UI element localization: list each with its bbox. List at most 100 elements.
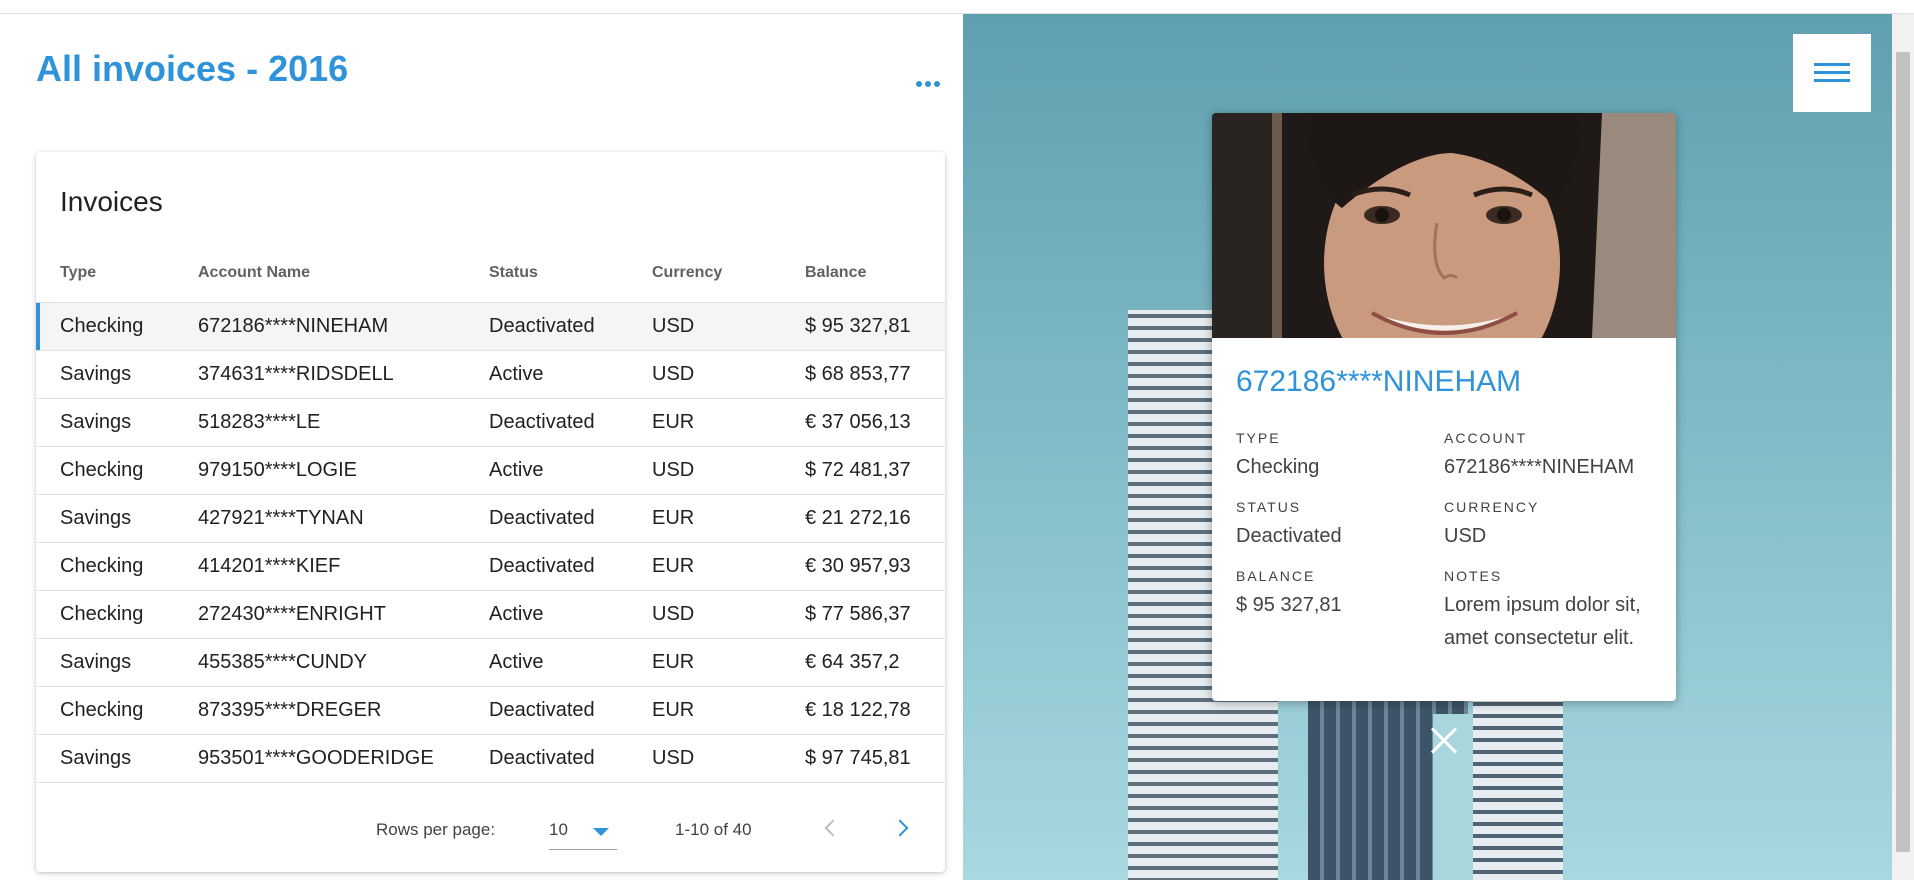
cell-status: Deactivated — [489, 494, 652, 543]
card-title: Invoices — [60, 186, 163, 217]
rows-per-page-select[interactable]: 10 — [549, 810, 617, 850]
table-row[interactable]: Checking 873395****DREGER Deactivated EU… — [36, 686, 945, 735]
more-horiz-icon — [916, 81, 922, 87]
cell-status: Active — [489, 350, 652, 399]
field-value: USD — [1444, 525, 1487, 547]
field-label: Status — [1236, 499, 1302, 515]
field-status: Status Deactivated — [1236, 499, 1342, 553]
table-row[interactable]: Savings 427921****TYNAN Deactivated EUR … — [36, 494, 945, 543]
cell-currency: EUR — [652, 398, 805, 447]
field-label: Account — [1444, 430, 1528, 446]
cell-balance: € 64 357,2 — [805, 638, 945, 687]
column-header-type[interactable]: Type — [36, 244, 198, 303]
account-photo — [1212, 113, 1676, 338]
rows-per-page-label: Rows per page: — [376, 820, 496, 839]
cell-type: Savings — [36, 734, 198, 783]
field-currency: Currency USD — [1444, 499, 1539, 553]
pagination-range: 1-10 of 40 — [675, 820, 752, 839]
pagination-bar: Rows per page: 10 1-10 of 40 — [36, 792, 945, 872]
field-value: Lorem ipsum dolor sit, amet consectetur … — [1444, 594, 1641, 649]
cell-account-name: 272430****ENRIGHT — [198, 590, 489, 639]
cell-currency: EUR — [652, 686, 805, 735]
cell-account-name: 953501****GOODERIDGE — [198, 734, 489, 783]
table-row[interactable]: Checking 272430****ENRIGHT Active USD $ … — [36, 590, 945, 639]
cell-account-name: 518283****LE — [198, 398, 489, 447]
top-border — [0, 0, 1914, 14]
chevron-left-icon — [824, 819, 842, 837]
cell-balance: $ 97 745,81 — [805, 734, 945, 783]
cell-currency: EUR — [652, 542, 805, 591]
cell-balance: € 37 056,13 — [805, 398, 945, 447]
column-header-currency[interactable]: Currency — [652, 244, 805, 303]
scrollbar-thumb[interactable] — [1896, 52, 1910, 852]
hamburger-menu-icon — [1814, 63, 1850, 66]
column-header-account-name[interactable]: Account Name — [198, 244, 489, 303]
cell-balance: $ 72 481,37 — [805, 446, 945, 495]
cell-status: Deactivated — [489, 398, 652, 447]
cell-type: Checking — [36, 446, 198, 495]
field-value: Deactivated — [1236, 525, 1342, 547]
table-row[interactable]: Savings 455385****CUNDY Active EUR € 64 … — [36, 638, 945, 687]
table-row[interactable]: Checking 414201****KIEF Deactivated EUR … — [36, 542, 945, 591]
cell-status: Active — [489, 446, 652, 495]
cell-currency: USD — [652, 302, 805, 351]
cell-account-name: 414201****KIEF — [198, 542, 489, 591]
field-notes: Notes Lorem ipsum dolor sit, amet consec… — [1444, 568, 1654, 655]
cell-status: Deactivated — [489, 686, 652, 735]
caret-down-icon — [593, 828, 609, 836]
cell-currency: EUR — [652, 494, 805, 543]
field-label: Type — [1236, 430, 1281, 446]
field-balance: Balance $ 95 327,81 — [1236, 568, 1342, 622]
hamburger-menu-button[interactable] — [1793, 34, 1871, 112]
cell-balance: $ 77 586,37 — [805, 590, 945, 639]
column-header-status[interactable]: Status — [489, 244, 652, 303]
cell-account-name: 979150****LOGIE — [198, 446, 489, 495]
field-label: Balance — [1236, 568, 1316, 584]
cell-status: Deactivated — [489, 302, 652, 351]
rows-per-page-value: 10 — [549, 820, 568, 839]
cell-currency: USD — [652, 734, 805, 783]
field-value: $ 95 327,81 — [1236, 594, 1342, 616]
cell-account-name: 873395****DREGER — [198, 686, 489, 735]
field-label: Notes — [1444, 568, 1503, 584]
cell-balance: $ 95 327,81 — [805, 302, 945, 351]
cell-type: Savings — [36, 494, 198, 543]
cell-type: Checking — [36, 590, 198, 639]
cell-type: Savings — [36, 398, 198, 447]
invoices-table: Type Account Name Status Currency Balanc… — [36, 244, 945, 783]
previous-page-button[interactable] — [815, 814, 845, 844]
column-header-balance[interactable]: Balance — [805, 244, 945, 303]
detail-account-name: 672186****NINEHAM — [1236, 365, 1522, 398]
cell-currency: EUR — [652, 638, 805, 687]
cell-balance: € 30 957,93 — [805, 542, 945, 591]
field-account: Account 672186****NINEHAM — [1444, 430, 1634, 484]
table-header-row: Type Account Name Status Currency Balanc… — [36, 244, 945, 303]
field-type: Type Checking — [1236, 430, 1319, 484]
more-options-button[interactable] — [912, 66, 944, 102]
vertical-scrollbar[interactable] — [1892, 14, 1914, 880]
cell-status: Active — [489, 638, 652, 687]
table-row[interactable]: Savings 374631****RIDSDELL Active USD $ … — [36, 350, 945, 399]
cell-account-name: 427921****TYNAN — [198, 494, 489, 543]
next-page-button[interactable] — [888, 814, 918, 844]
close-detail-button[interactable] — [1424, 721, 1464, 761]
detail-panel: 672186****NINEHAM Type Checking Account … — [963, 14, 1892, 880]
page-title: All invoices - 2016 — [36, 48, 349, 89]
cell-type: Checking — [36, 686, 198, 735]
table-row[interactable]: Checking 672186****NINEHAM Deactivated U… — [36, 302, 945, 351]
field-label: Currency — [1444, 499, 1540, 515]
cell-account-name: 455385****CUNDY — [198, 638, 489, 687]
cell-balance: € 21 272,16 — [805, 494, 945, 543]
cell-account-name: 672186****NINEHAM — [198, 302, 489, 351]
table-row[interactable]: Savings 953501****GOODERIDGE Deactivated… — [36, 734, 945, 783]
cell-type: Savings — [36, 638, 198, 687]
invoices-panel: All invoices - 2016 Invoices Type Accoun… — [0, 14, 963, 880]
field-value: Checking — [1236, 456, 1320, 478]
cell-type: Savings — [36, 350, 198, 399]
table-row[interactable]: Savings 518283****LE Deactivated EUR € 3… — [36, 398, 945, 447]
cell-type: Checking — [36, 302, 198, 351]
table-row[interactable]: Checking 979150****LOGIE Active USD $ 72… — [36, 446, 945, 495]
cell-balance: $ 68 853,77 — [805, 350, 945, 399]
cell-balance: € 18 122,78 — [805, 686, 945, 735]
invoices-card: Invoices Type Account Name Status Curren… — [36, 152, 945, 872]
